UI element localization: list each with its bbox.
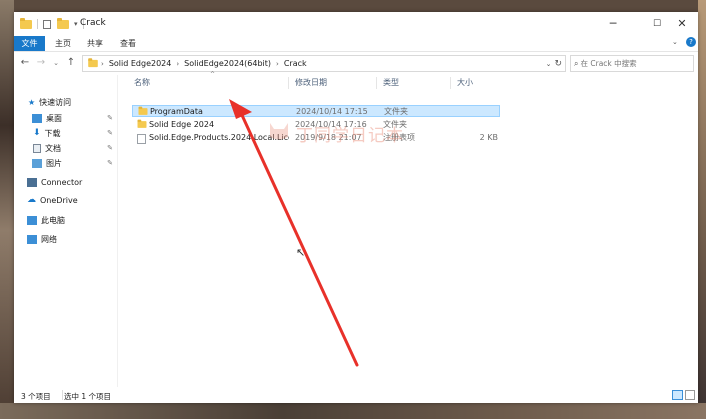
documents-icon xyxy=(33,143,41,153)
connector-icon xyxy=(27,177,37,187)
nav-label: Connector xyxy=(41,177,83,187)
new-folder-icon[interactable] xyxy=(57,17,69,29)
toolbar-divider xyxy=(37,19,38,29)
refresh-icon[interactable]: ↻ xyxy=(554,59,562,69)
nav-downloads[interactable]: ⬇ 下载 ✎ xyxy=(14,126,117,140)
status-divider xyxy=(62,390,63,400)
pictures-icon xyxy=(32,158,42,168)
explorer-window: ▾ Crack ─ ☐ ✕ 文件 主页 共享 查看 ⌄ ? ← → ⌄ ↑ › … xyxy=(14,12,698,403)
column-divider[interactable] xyxy=(376,77,377,89)
mouse-cursor-icon: ↖ xyxy=(296,246,306,259)
quick-access-toolbar: ▾ xyxy=(20,17,89,30)
desktop-background-bottom xyxy=(0,403,706,419)
tab-file[interactable]: 文件 xyxy=(14,36,45,51)
nav-connector[interactable]: Connector xyxy=(14,175,117,189)
ribbon: 文件 主页 共享 查看 ⌄ ? xyxy=(14,36,698,52)
nav-network[interactable]: 网络 xyxy=(14,232,117,246)
breadcrumb-solidedge2024-64bit[interactable]: SolidEdge2024(64bit) xyxy=(184,59,271,68)
up-arrow-icon[interactable]: ↑ xyxy=(64,56,78,70)
computer-icon xyxy=(27,215,37,225)
title-bar: ▾ Crack ─ ☐ ✕ xyxy=(14,12,698,36)
close-button[interactable]: ✕ xyxy=(666,12,698,36)
nav-label: 网络 xyxy=(41,234,57,244)
network-icon xyxy=(27,234,37,244)
window-title: Crack xyxy=(80,18,106,28)
tab-share[interactable]: 共享 xyxy=(84,36,106,51)
pin-icon[interactable]: ✎ xyxy=(107,144,113,152)
file-size: 2 KB xyxy=(479,133,498,142)
nav-pictures[interactable]: 图片 ✎ xyxy=(14,156,117,170)
file-type: 文件夹 xyxy=(384,107,408,116)
sort-ascending-icon: ^ xyxy=(210,71,216,78)
column-header-date[interactable]: 修改日期 xyxy=(295,75,327,91)
nav-onedrive[interactable]: ☁ OneDrive xyxy=(14,193,117,207)
pin-icon[interactable]: ✎ xyxy=(107,114,113,122)
nav-label: 下载 xyxy=(44,128,61,138)
breadcrumb-separator-icon: › xyxy=(101,59,104,68)
address-row: ← → ⌄ ↑ › Solid Edge2024 › SolidEdge2024… xyxy=(14,52,698,74)
breadcrumb-crack[interactable]: Crack xyxy=(284,59,307,68)
nav-this-pc[interactable]: 此电脑 xyxy=(14,213,117,227)
expand-ribbon-icon[interactable]: ⌄ xyxy=(672,38,678,46)
nav-quick-access[interactable]: ★ 快速访问 xyxy=(14,95,117,109)
search-box[interactable]: ⌕ xyxy=(570,55,694,72)
file-size xyxy=(433,106,499,118)
nav-label: 快速访问 xyxy=(39,97,72,107)
desktop-background-right xyxy=(698,0,706,419)
nav-documents[interactable]: 文档 ✎ xyxy=(14,141,117,155)
watermark-cat-icon xyxy=(270,123,288,140)
file-list: ^ 名称 修改日期 类型 大小 ProgramData 2024/10/14 1… xyxy=(118,71,698,387)
help-button[interactable]: ? xyxy=(686,37,696,47)
nav-label: 文档 xyxy=(45,143,61,153)
forward-arrow-icon[interactable]: → xyxy=(34,56,48,70)
breadcrumb-solid-edge-2024[interactable]: Solid Edge2024 xyxy=(109,59,172,68)
column-header-size[interactable]: 大小 xyxy=(457,75,473,91)
pin-icon[interactable]: ✎ xyxy=(107,129,113,137)
file-size xyxy=(432,119,498,131)
download-icon: ⬇ xyxy=(33,128,41,138)
watermark-text: 丁同学日记本 xyxy=(296,126,404,146)
nav-label: 图片 xyxy=(46,158,62,168)
minimize-button[interactable]: ─ xyxy=(597,12,629,36)
column-header-type[interactable]: 类型 xyxy=(383,75,399,91)
star-icon: ★ xyxy=(28,97,36,107)
back-arrow-icon[interactable]: ← xyxy=(18,56,32,70)
tab-view[interactable]: 查看 xyxy=(117,36,139,51)
desktop-background-left xyxy=(0,0,14,419)
tab-home[interactable]: 主页 xyxy=(52,36,74,51)
pin-icon[interactable]: ✎ xyxy=(107,159,113,167)
details-view-icon[interactable] xyxy=(672,390,683,400)
folder-icon xyxy=(20,17,32,29)
navigation-pane: ★ 快速访问 桌面 ✎ ⬇ 下载 ✎ 文档 ✎ 图片 ✎ Connector ☁ xyxy=(14,75,117,387)
nav-desktop[interactable]: 桌面 ✎ xyxy=(14,111,117,125)
nav-label: 此电脑 xyxy=(41,215,65,225)
status-bar: 3 个项目 选中 1 个项目 xyxy=(14,387,698,403)
breadcrumb-separator-icon: › xyxy=(276,59,279,68)
column-header-name[interactable]: 名称 xyxy=(134,75,150,91)
column-divider[interactable] xyxy=(288,77,289,89)
properties-icon[interactable] xyxy=(43,19,51,29)
folder-icon xyxy=(88,58,98,68)
selected-count: 选中 1 个项目 xyxy=(64,392,112,401)
folder-icon xyxy=(136,119,148,131)
nav-label: OneDrive xyxy=(40,195,78,205)
address-bar[interactable]: › Solid Edge2024 › SolidEdge2024(64bit) … xyxy=(82,55,566,72)
cloud-icon: ☁ xyxy=(27,195,36,205)
large-icons-view-icon[interactable] xyxy=(685,390,695,400)
item-count: 3 个项目 xyxy=(21,392,51,401)
registry-file-icon xyxy=(137,133,146,145)
folder-icon xyxy=(137,106,149,118)
table-row[interactable]: ProgramData 2024/10/14 17:15 文件夹 xyxy=(132,105,500,117)
breadcrumb-separator-icon: › xyxy=(176,59,180,68)
search-input[interactable] xyxy=(578,59,681,68)
address-dropdown-icon[interactable]: ⌄ xyxy=(546,60,552,68)
recent-locations-icon[interactable]: ⌄ xyxy=(49,56,63,70)
nav-label: 桌面 xyxy=(46,113,62,123)
desktop-icon xyxy=(32,113,42,123)
column-divider[interactable] xyxy=(450,77,451,89)
customize-toolbar-icon[interactable]: ▾ xyxy=(74,20,78,28)
file-date: 2024/10/14 17:15 xyxy=(296,107,368,116)
